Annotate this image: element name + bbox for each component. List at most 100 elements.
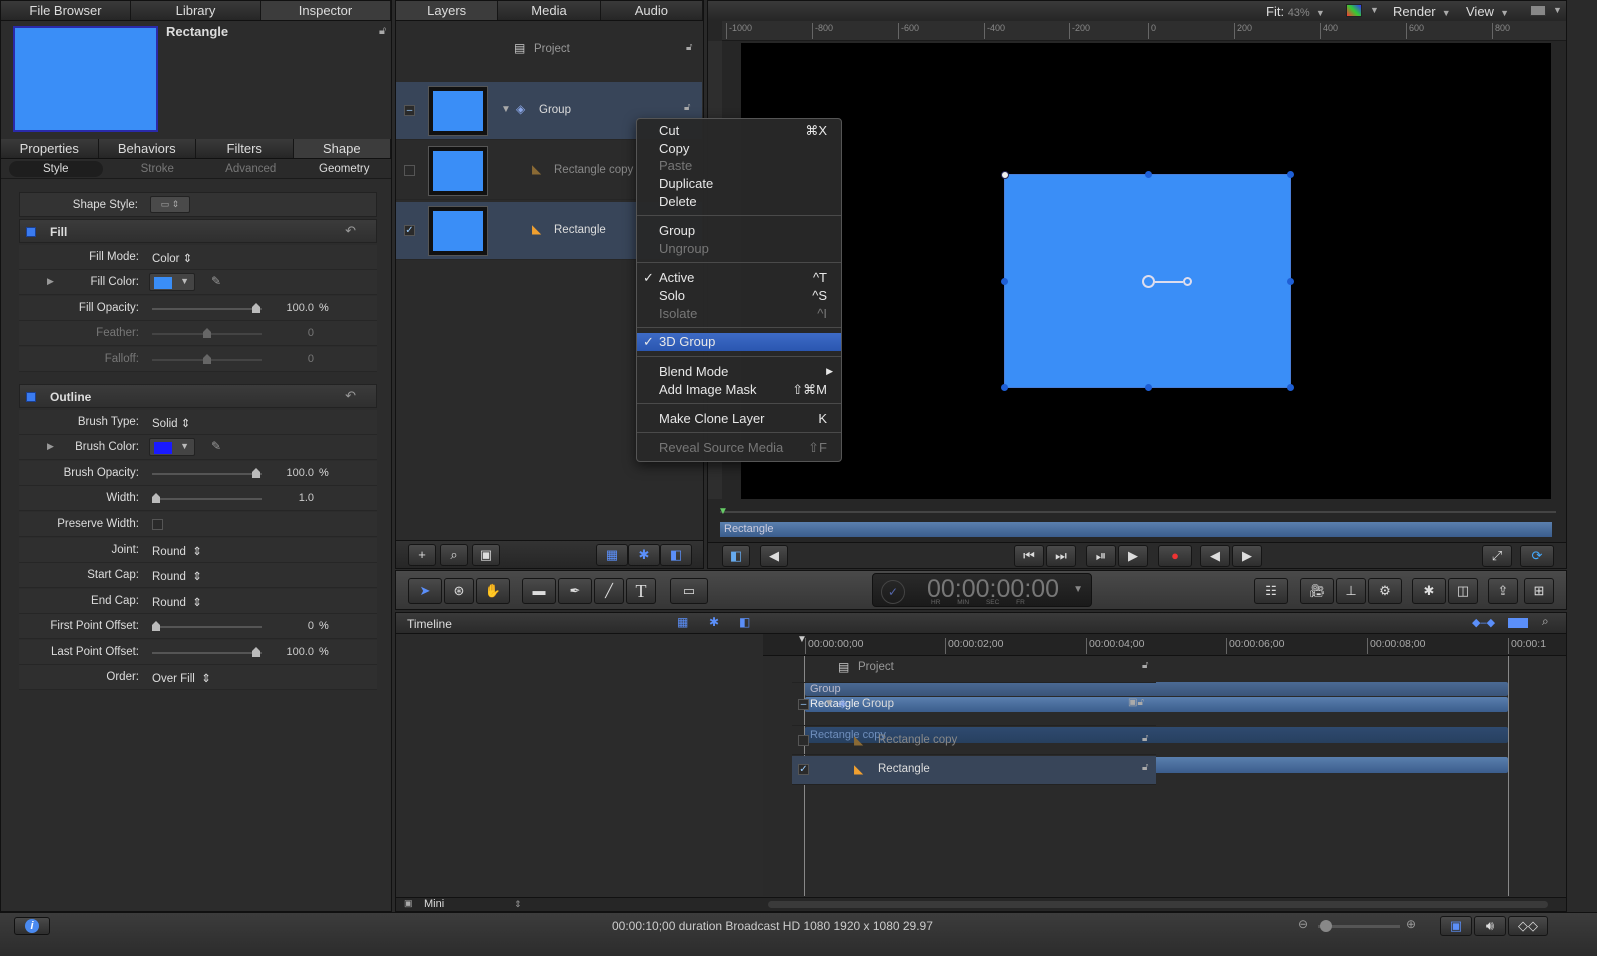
lock-icon[interactable]: 🔓︎ <box>1142 660 1148 671</box>
timeline-scrollbar[interactable] <box>768 901 1548 908</box>
last-point-offset-slider[interactable] <box>152 647 262 657</box>
audio-button[interactable]: ◀ <box>760 545 788 567</box>
tab-filters[interactable]: Filters <box>196 139 294 158</box>
play-button[interactable]: ▶ <box>1118 545 1148 567</box>
go-to-end-button[interactable]: ⏭ <box>1046 545 1076 567</box>
fill-color-well[interactable]: ▼ <box>149 273 195 291</box>
tab-layers[interactable]: Layers <box>396 1 499 20</box>
selection-handle[interactable] <box>1287 171 1294 178</box>
tab-stroke[interactable]: Stroke <box>111 160 205 178</box>
text-tool-button[interactable]: T <box>626 578 656 604</box>
fill-enable-checkbox[interactable] <box>26 227 36 237</box>
eyedropper-icon[interactable]: ✎ <box>211 439 221 453</box>
mini-view-popup[interactable]: Mini ⇕ <box>424 898 522 910</box>
fill-section-header[interactable]: Fill ↶ <box>19 219 377 243</box>
color-channels-popup[interactable] <box>1346 4 1362 17</box>
lock-icon[interactable]: 🔓︎ <box>686 42 692 53</box>
feather-value[interactable]: 0 <box>274 327 314 339</box>
selection-handle[interactable] <box>1001 171 1009 179</box>
canvas-viewport[interactable] <box>741 43 1551 499</box>
chevron-down-icon[interactable]: ▼ <box>1073 584 1083 595</box>
layer-active-checkbox[interactable]: – <box>404 105 415 116</box>
share-button[interactable]: ⇪ <box>1488 578 1518 604</box>
disclosure-triangle-icon[interactable]: ▶ <box>47 276 54 287</box>
menu-item-cut[interactable]: Cut ⌘X <box>637 122 841 140</box>
width-slider[interactable] <box>152 493 262 503</box>
paint-stroke-tool-button[interactable]: ╱ <box>594 578 624 604</box>
brush-opacity-slider[interactable] <box>152 468 262 478</box>
menu-item-copy[interactable]: Copy <box>637 140 841 158</box>
brush-type-popup[interactable]: Solid ⇕ <box>152 416 190 430</box>
lock-icon[interactable]: 🔓︎ <box>684 102 690 113</box>
tab-advanced[interactable]: Advanced <box>204 160 298 178</box>
keyframe-snap-icon[interactable]: ◆‒◆ <box>1472 616 1495 629</box>
menu-item-duplicate[interactable]: Duplicate <box>637 175 841 193</box>
fill-opacity-slider[interactable] <box>152 303 262 313</box>
search-button[interactable]: ⌕ <box>440 544 468 566</box>
falloff-value[interactable]: 0 <box>274 353 314 365</box>
preserve-width-checkbox[interactable] <box>152 519 163 530</box>
layer-row-project[interactable]: ▤ Project 🔓︎ <box>396 30 702 70</box>
menu-item-active[interactable]: ✓ Active ^T <box>637 269 841 287</box>
playhead-marker[interactable]: ▼ <box>718 506 728 517</box>
lock-icon[interactable]: 🔓︎ <box>379 25 386 38</box>
tab-file-browser[interactable]: File Browser <box>1 1 131 20</box>
tab-media[interactable]: Media <box>498 1 601 20</box>
tab-properties[interactable]: Properties <box>1 139 99 158</box>
menu-item-group[interactable]: Group <box>637 222 841 240</box>
disclosure-triangle-icon[interactable]: ▼ <box>824 698 834 709</box>
feather-slider[interactable] <box>152 328 262 338</box>
select-tool-button[interactable]: ➤ <box>408 578 442 604</box>
zoom-to-fit-icon[interactable]: ⌕ <box>1542 614 1549 629</box>
width-value[interactable]: 1.0 <box>274 492 314 504</box>
falloff-slider[interactable] <box>152 354 262 364</box>
menu-item-solo[interactable]: Solo ^S <box>637 287 841 305</box>
mini-timeline[interactable]: ▼ Rectangle <box>718 506 1556 537</box>
show-behaviors-icon[interactable]: ✱ <box>709 615 719 629</box>
step-back-button[interactable]: ◀ <box>1200 545 1230 567</box>
order-popup[interactable]: Over Fill ⇕ <box>152 671 211 685</box>
tab-shape[interactable]: Shape <box>293 139 391 158</box>
selection-handle[interactable] <box>1287 384 1294 391</box>
selection-handle[interactable] <box>1145 384 1152 391</box>
render-menu[interactable]: Render ▼ <box>1393 4 1451 19</box>
library-button[interactable]: ☷ <box>1254 578 1288 604</box>
save-indicator-button[interactable]: ▣ <box>1440 916 1472 936</box>
add-layer-button[interactable]: + <box>408 544 436 566</box>
layout-popup[interactable] <box>1530 5 1546 16</box>
first-point-offset-value[interactable]: 0 <box>274 620 314 632</box>
go-to-start-button[interactable]: ⏮ <box>1014 545 1044 567</box>
first-point-offset-slider[interactable] <box>152 621 262 631</box>
hud-button[interactable]: ⊞ <box>1524 578 1554 604</box>
add-camera-button[interactable]: 🎥︎ <box>1300 578 1334 604</box>
transform-tool-button[interactable]: ⊛ <box>444 578 474 604</box>
tab-style[interactable]: Style <box>9 161 103 177</box>
layer-active-checkbox[interactable]: ✓ <box>404 225 415 236</box>
menu-item-3d-group[interactable]: ✓ 3D Group <box>637 333 841 351</box>
shape-style-popup[interactable]: ▭ ⇕ <box>150 196 190 213</box>
tab-audio[interactable]: Audio <box>601 1 703 20</box>
selection-handle[interactable] <box>1145 171 1152 178</box>
lock-icon[interactable]: ▣🔓︎ <box>1128 697 1144 708</box>
outline-section-header[interactable]: Outline ↶ <box>19 384 377 408</box>
end-cap-popup[interactable]: Round ⇕ <box>152 595 202 609</box>
layer-active-checkbox[interactable]: ✓ <box>798 764 809 775</box>
lock-icon[interactable]: 🔓︎ <box>1142 762 1148 773</box>
start-cap-popup[interactable]: Round ⇕ <box>152 569 202 583</box>
loop-button[interactable]: ⟳ <box>1520 545 1554 567</box>
mask-tool-button[interactable]: ▭ <box>670 578 708 604</box>
zoom-out-icon[interactable]: ⊖ <box>1298 917 1308 931</box>
brush-opacity-value[interactable]: 100.0 <box>274 467 314 479</box>
timeline-row-project[interactable]: ▤ Project 🔓︎ <box>792 653 1156 683</box>
fullscreen-button[interactable]: ⤢ <box>1482 545 1512 567</box>
reset-icon[interactable]: ↶ <box>345 388 356 404</box>
disclosure-triangle-icon[interactable]: ▶ <box>47 441 54 452</box>
fill-mode-popup[interactable]: Color ⇕ <box>152 251 192 265</box>
audio-mute-button[interactable]: 🔊︎ <box>1474 916 1506 936</box>
timecode-display[interactable]: ✓ 00:00:00:00 HR MIN SEC FR ▼ <box>872 573 1092 607</box>
reset-icon[interactable]: ↶ <box>345 223 356 239</box>
last-point-offset-value[interactable]: 100.0 <box>274 646 314 658</box>
previous-frame-button[interactable]: ⏯ <box>1086 545 1116 567</box>
add-object-button[interactable]: ⊥ <box>1336 578 1366 604</box>
info-button[interactable]: i <box>14 917 50 935</box>
